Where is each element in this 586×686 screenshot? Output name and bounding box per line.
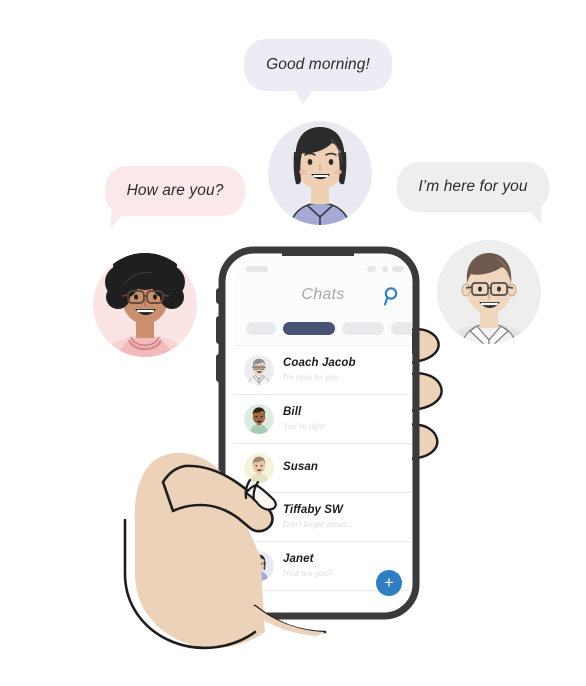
speech-bubble-text: How are you? — [126, 182, 224, 199]
speech-bubble-text: I’m here for you — [418, 178, 528, 195]
speech-bubble-tail — [294, 89, 314, 104]
speech-bubble-text: Good morning! — [266, 56, 370, 73]
hand-front — [123, 452, 327, 650]
speech-bubble-tail — [527, 208, 541, 224]
speech-bubble-good-morning: Good morning! — [244, 39, 392, 104]
speech-bubble-here-for-you: I’m here for you — [397, 162, 549, 224]
illustration-stage: Chats Coach Jacob I'm here for you Bill … — [0, 0, 586, 686]
speech-bubble-tail — [111, 212, 125, 228]
speech-bubble-how-are-you: How are you? — [105, 166, 245, 228]
